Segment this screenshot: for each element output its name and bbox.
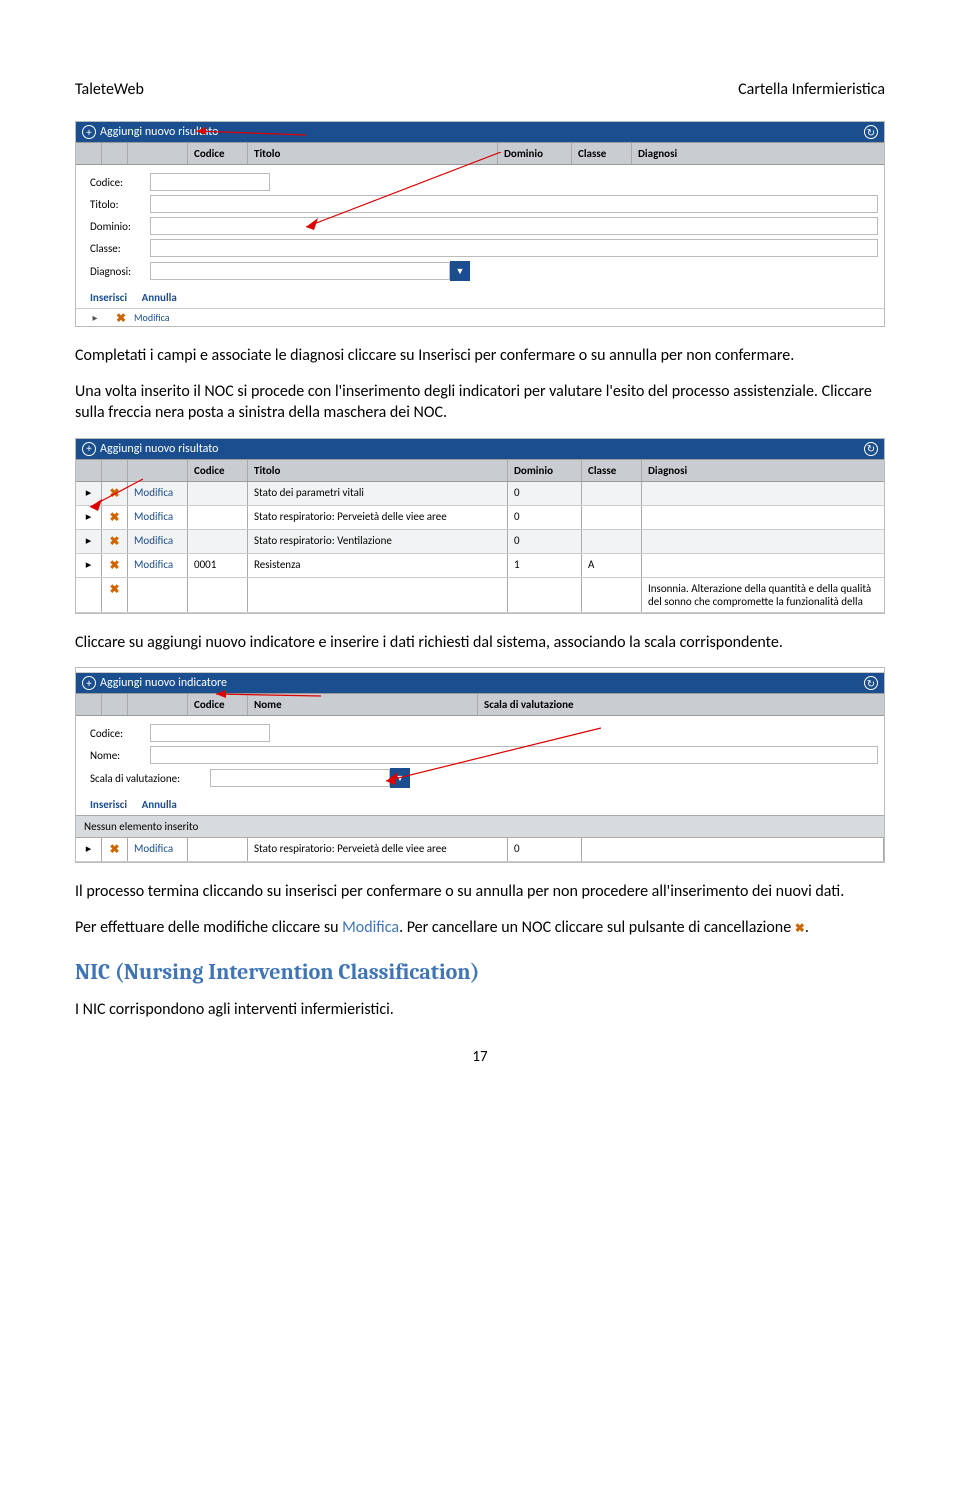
label-nome: Nome: [90, 749, 150, 762]
add-result-button[interactable]: Aggiungi nuovo risultato [100, 442, 219, 456]
expand-icon[interactable]: ▸ [76, 530, 102, 553]
label-codice: Codice: [90, 727, 150, 740]
table-row: ▸✖ModificaStato respiratorio: Ventilazio… [76, 530, 884, 554]
modify-link[interactable]: Modifica [128, 506, 188, 529]
col-dominio: Dominio [508, 460, 582, 481]
label-codice: Codice: [90, 176, 150, 189]
refresh-icon[interactable]: ↻ [864, 125, 878, 139]
table-row: ▸✖ModificaStato dei parametri vitali0 [76, 482, 884, 506]
table-row: ✖ Insonnia. Alterazione della quantità e… [76, 578, 884, 613]
header-right: Cartella Infermieristica [738, 80, 885, 99]
expand-icon[interactable]: ▸ [76, 482, 102, 505]
modify-link[interactable]: Modifica [128, 482, 188, 505]
insert-button[interactable]: Inserisci [90, 291, 127, 304]
table-row: ▸✖Modifica0001Resistenza1A [76, 554, 884, 578]
delete-icon: ✖ [795, 922, 805, 936]
input-dominio[interactable] [150, 217, 878, 235]
col-titolo: Titolo [248, 143, 498, 164]
delete-icon[interactable]: ✖ [102, 530, 128, 553]
label-dominio: Dominio: [90, 220, 150, 233]
screenshot-add-indicator: + Aggiungi nuovo indicatore ↻ Codice Nom… [75, 667, 885, 863]
col-codice: Codice [188, 694, 248, 715]
paragraph-1: Completati i campi e associate le diagno… [75, 345, 885, 367]
expand-icon[interactable]: ▸ [76, 554, 102, 577]
empty-message: Nessun elemento inserito [76, 815, 884, 838]
label-titolo: Titolo: [90, 198, 150, 211]
delete-icon[interactable]: ✖ [102, 482, 128, 505]
page-number: 17 [75, 1048, 885, 1066]
diagnosi-text: Insonnia. Alterazione della quantità e d… [642, 578, 884, 612]
label-classe: Classe: [90, 242, 150, 255]
delete-icon[interactable]: ✖ [102, 506, 128, 529]
col-scala: Scala di valutazione [478, 694, 884, 715]
label-diagnosi: Diagnosi: [90, 265, 150, 278]
col-nome: Nome [248, 694, 478, 715]
modify-link[interactable]: Modifica [128, 554, 188, 577]
modify-link[interactable]: Modifica [128, 530, 188, 553]
section-heading-nic: NIC (Nursing Intervention Classification… [75, 959, 885, 985]
modify-text: Modifica [342, 918, 399, 937]
cancel-button[interactable]: Annulla [142, 798, 177, 811]
paragraph-2: Una volta inserito il NOC si procede con… [75, 381, 885, 424]
cancel-button[interactable]: Annulla [142, 291, 177, 304]
input-titolo[interactable] [150, 195, 878, 213]
paragraph-4: Il processo termina cliccando su inseris… [75, 881, 885, 903]
modify-link[interactable]: Modifica [134, 311, 194, 326]
col-classe: Classe [572, 143, 632, 164]
input-codice[interactable] [150, 173, 270, 191]
header-left: TaleteWeb [75, 80, 144, 99]
delete-icon[interactable]: ✖ [102, 554, 128, 577]
table-row: ▸✖ModificaStato respiratorio: Perveietà … [76, 506, 884, 530]
add-result-button[interactable]: Aggiungi nuovo risultato [100, 125, 219, 139]
refresh-icon[interactable]: ↻ [864, 442, 878, 456]
expand-icon[interactable]: ▸ [76, 506, 102, 529]
input-codice[interactable] [150, 724, 270, 742]
titolo-cell: Stato respiratorio: Perveietà delle viee… [248, 838, 508, 861]
col-diagnosi: Diagnosi [642, 460, 884, 481]
chevron-down-icon[interactable]: ▼ [390, 768, 410, 788]
plus-icon[interactable]: + [82, 125, 96, 139]
input-nome[interactable] [150, 746, 878, 764]
paragraph-6: I NIC corrispondono agli interventi infe… [75, 999, 885, 1021]
select-scala[interactable] [210, 769, 390, 787]
input-diagnosi[interactable] [150, 262, 450, 280]
label-scala: Scala di valutazione: [90, 772, 210, 785]
insert-button[interactable]: Inserisci [90, 798, 127, 811]
col-dominio: Dominio [498, 143, 572, 164]
paragraph-3: Cliccare su aggiungi nuovo indicatore e … [75, 632, 885, 654]
dominio-cell: 0 [508, 838, 582, 861]
screenshot-add-result: + Aggiungi nuovo risultato ↻ Codice Tito… [75, 121, 885, 327]
col-diagnosi: Diagnosi [632, 143, 884, 164]
add-indicator-button[interactable]: Aggiungi nuovo indicatore [100, 676, 227, 690]
col-codice: Codice [188, 143, 248, 164]
modify-link[interactable]: Modifica [128, 838, 188, 861]
plus-icon[interactable]: + [82, 676, 96, 690]
col-classe: Classe [582, 460, 642, 481]
col-titolo: Titolo [248, 460, 508, 481]
chevron-down-icon[interactable]: ▼ [450, 261, 470, 281]
col-codice: Codice [188, 460, 248, 481]
refresh-icon[interactable]: ↻ [864, 676, 878, 690]
plus-icon[interactable]: + [82, 442, 96, 456]
input-classe[interactable] [150, 239, 878, 257]
screenshot-noc-list: + Aggiungi nuovo risultato ↻ Codice Tito… [75, 438, 885, 614]
paragraph-5: Per effettuare delle modifiche cliccare … [75, 917, 885, 939]
table-row: ▸✖ Modifica Stato respiratorio: Perveiet… [76, 838, 884, 862]
